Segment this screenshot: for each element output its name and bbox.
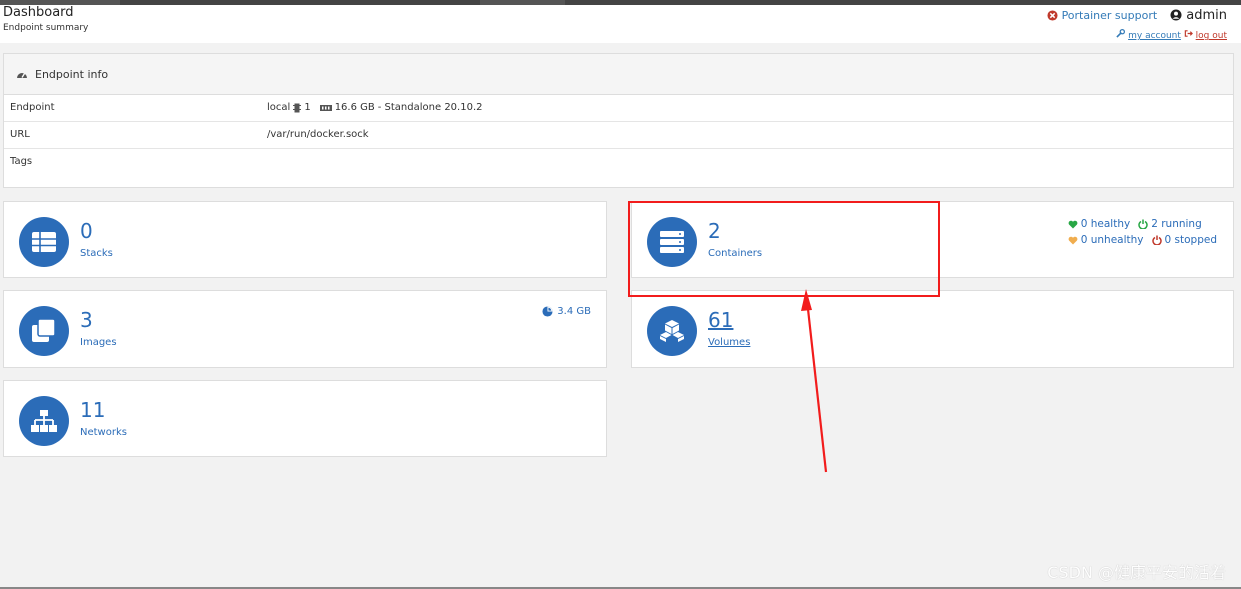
annotation-arrow — [801, 289, 828, 473]
watermark: CSDN @健康平安的活着 — [1047, 563, 1226, 582]
